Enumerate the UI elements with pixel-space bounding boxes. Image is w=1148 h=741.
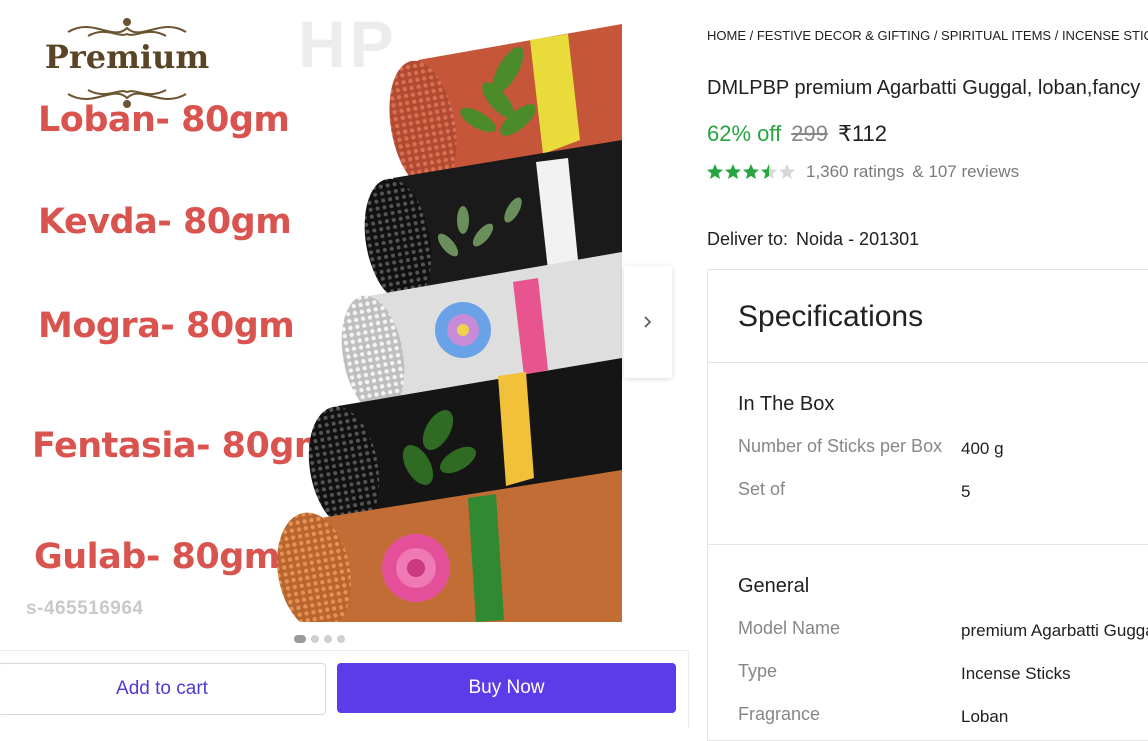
deliver-to-label: Deliver to: (707, 229, 789, 249)
spec-key: Set of (738, 479, 786, 499)
spec-section-title: General (738, 575, 810, 597)
divider (708, 362, 1148, 363)
spec-value: Incense Sticks (961, 664, 1071, 683)
add-to-cart-button[interactable]: Add to cart (0, 663, 326, 715)
product-id-watermark: s-465516964 (26, 598, 144, 619)
star-icon (743, 164, 759, 179)
star-icon (779, 164, 795, 179)
spec-key: Fragrance (738, 704, 821, 724)
product-image[interactable]: Premium HP Loban- 80gm Kevda- 80gm Mogra… (0, 0, 622, 622)
chevron-right-icon (644, 316, 652, 328)
breadcrumb-home[interactable]: HOME (707, 28, 746, 43)
carousel-dot[interactable] (294, 635, 306, 643)
discount-label: 62% off (707, 121, 782, 146)
spec-value: premium Agarbatti Guggal (961, 621, 1148, 640)
price-row: 62% off 299 ₹112 (707, 121, 887, 147)
spec-key: Number of Sticks per Box (738, 436, 943, 456)
spec-value: 5 (961, 482, 971, 501)
buy-now-button[interactable]: Buy Now (337, 663, 676, 713)
star-icon (725, 164, 741, 179)
selling-price: ₹112 (837, 121, 888, 146)
spec-section-title: In The Box (738, 393, 835, 415)
carousel-dot[interactable] (324, 635, 332, 643)
original-price: 299 (791, 121, 828, 146)
carousel-dot[interactable] (337, 635, 345, 643)
rating-row[interactable]: 1,360 ratings & 107 reviews (706, 162, 1019, 182)
spec-key: Type (738, 661, 778, 681)
star-icon (707, 164, 723, 179)
specifications-card: Specifications In The Box Number of Stic… (707, 269, 1148, 741)
variant-label: Kevda- 80gm (38, 202, 292, 242)
variant-label: Mogra- 80gm (38, 306, 295, 346)
variant-label: Gulab- 80gm (34, 537, 280, 577)
specifications-title: Specifications (738, 300, 924, 333)
carousel-indicator (294, 635, 345, 643)
reviews-count: & 107 reviews (912, 162, 1020, 181)
carousel-dot[interactable] (311, 635, 319, 643)
breadcrumb-separator: / (746, 28, 757, 43)
spec-value: Loban (961, 707, 1009, 726)
delivery-location[interactable]: Deliver to: Noida - 201301 (707, 229, 919, 250)
ratings-count: 1,360 ratings (806, 162, 905, 181)
incense-bundles-illustration (277, 24, 622, 622)
cta-bar: Add to cart Buy Now (0, 650, 689, 729)
breadcrumb-separator: / (930, 28, 942, 43)
breadcrumb: HOME / FESTIVE DECOR & GIFTING / SPIRITU… (707, 28, 1148, 43)
breadcrumb-festive-decor[interactable]: FESTIVE DECOR & GIFTING (757, 28, 930, 43)
divider (708, 544, 1148, 545)
delivery-pincode: Noida - 201301 (796, 229, 920, 249)
premium-logo-text: Premium (44, 38, 210, 76)
breadcrumb-incense-sticks[interactable]: INCENSE STICKS (1062, 28, 1148, 43)
star-icon (761, 164, 777, 179)
next-image-button[interactable] (624, 266, 672, 378)
breadcrumb-separator: / (1051, 28, 1062, 43)
variant-label: Loban- 80gm (38, 100, 290, 140)
star-rating (706, 163, 796, 181)
breadcrumb-spiritual-items[interactable]: SPIRITUAL ITEMS (941, 28, 1051, 43)
spec-key: Model Name (738, 618, 841, 638)
spec-value: 400 g (961, 439, 1004, 458)
product-title: DMLPBP premium Agarbatti Guggal, loban,f… (707, 77, 1141, 99)
